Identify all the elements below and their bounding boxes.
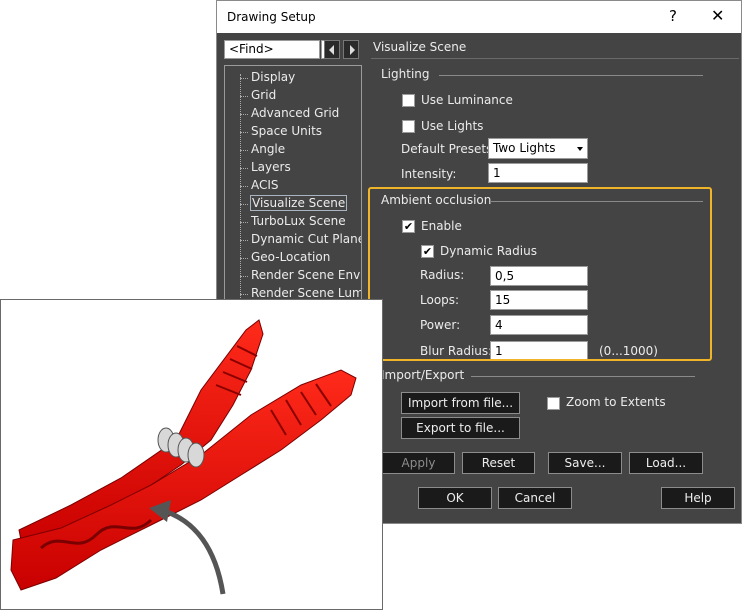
tree-item-display[interactable]: Display xyxy=(251,70,295,84)
tree-item-visualize-scene[interactable]: Visualize Scene xyxy=(250,195,348,211)
import-from-file-button[interactable]: Import from file... xyxy=(401,392,520,414)
next-button[interactable] xyxy=(343,40,359,59)
close-icon[interactable]: ✕ xyxy=(711,6,724,25)
ok-button[interactable]: OK xyxy=(418,487,492,509)
tree-tick xyxy=(240,276,248,277)
tree-item-space-units[interactable]: Space Units xyxy=(251,124,322,138)
tree-item-advanced-grid[interactable]: Advanced Grid xyxy=(251,106,339,120)
tree-tick xyxy=(240,204,248,205)
intensity-value: 1 xyxy=(493,166,501,180)
tree-tick xyxy=(240,222,248,223)
reset-button[interactable]: Reset xyxy=(462,452,535,474)
chevron-right-icon xyxy=(350,45,355,55)
title-bar: Drawing Setup ? ✕ xyxy=(217,1,741,33)
load-button[interactable]: Load... xyxy=(629,452,703,474)
zoom-to-extents-label: Zoom to Extents xyxy=(566,395,666,409)
default-presets-select[interactable]: Two Lights xyxy=(488,138,588,159)
tree-item-render-scene-luminance[interactable]: Render Scene Lumina xyxy=(251,286,361,300)
tree-item-geo-location[interactable]: Geo-Location xyxy=(251,250,330,264)
clothespin-render-image xyxy=(0,299,383,610)
clothespin-illustration xyxy=(10,319,357,595)
import-export-heading: Import/Export xyxy=(381,368,465,382)
use-lights-label: Use Lights xyxy=(421,119,484,133)
chevron-down-icon xyxy=(577,147,583,151)
tree-tick xyxy=(240,114,248,115)
lighting-heading: Lighting xyxy=(381,67,430,81)
tree-tick xyxy=(240,78,248,79)
tree-tick xyxy=(240,240,248,241)
tree-tick xyxy=(240,168,248,169)
lighting-divider xyxy=(439,75,703,76)
tree-tick xyxy=(240,294,248,295)
section-divider xyxy=(371,58,739,59)
settings-tree[interactable]: Display Grid Advanced Grid Space Units A… xyxy=(224,65,362,305)
import-export-divider xyxy=(471,376,695,377)
use-luminance-label: Use Luminance xyxy=(421,93,513,107)
intensity-label: Intensity: xyxy=(401,167,457,181)
dialog-title: Drawing Setup xyxy=(227,10,316,24)
chevron-left-icon xyxy=(329,45,334,55)
save-button[interactable]: Save... xyxy=(548,452,622,474)
default-presets-label: Default Presets: xyxy=(401,142,497,156)
tree-item-angle[interactable]: Angle xyxy=(251,142,285,156)
tree-tick xyxy=(240,186,248,187)
help-button[interactable]: Help xyxy=(661,487,735,509)
prev-button[interactable] xyxy=(324,40,340,59)
use-lights-checkbox[interactable] xyxy=(402,120,415,133)
tree-item-turbolux-scene[interactable]: TurboLux Scene xyxy=(251,214,346,228)
tree-tick xyxy=(240,258,248,259)
tree-item-dynamic-cut-plane[interactable]: Dynamic Cut Plane xyxy=(251,232,361,246)
tree-item-acis[interactable]: ACIS xyxy=(251,178,279,192)
section-title: Visualize Scene xyxy=(373,40,467,54)
use-luminance-checkbox[interactable] xyxy=(402,94,415,107)
export-to-file-button[interactable]: Export to file... xyxy=(401,417,520,439)
find-combo[interactable]: <Find> xyxy=(224,40,320,59)
tree-item-render-scene-environment[interactable]: Render Scene Environ xyxy=(251,268,361,282)
tree-item-grid[interactable]: Grid xyxy=(251,88,276,102)
tree-tick xyxy=(240,96,248,97)
tree-item-layers[interactable]: Layers xyxy=(251,160,291,174)
zoom-to-extents-checkbox[interactable] xyxy=(547,397,560,410)
cancel-button[interactable]: Cancel xyxy=(498,487,572,509)
apply-button[interactable]: Apply xyxy=(382,452,455,474)
intensity-input[interactable]: 1 xyxy=(488,163,588,183)
find-combo-value: <Find> xyxy=(229,42,274,56)
tree-tick xyxy=(240,132,248,133)
tree-connector xyxy=(240,74,242,304)
tree-tick xyxy=(240,150,248,151)
help-icon[interactable]: ? xyxy=(669,7,677,25)
default-presets-value: Two Lights xyxy=(493,141,556,155)
ambient-occlusion-highlight xyxy=(368,187,712,361)
